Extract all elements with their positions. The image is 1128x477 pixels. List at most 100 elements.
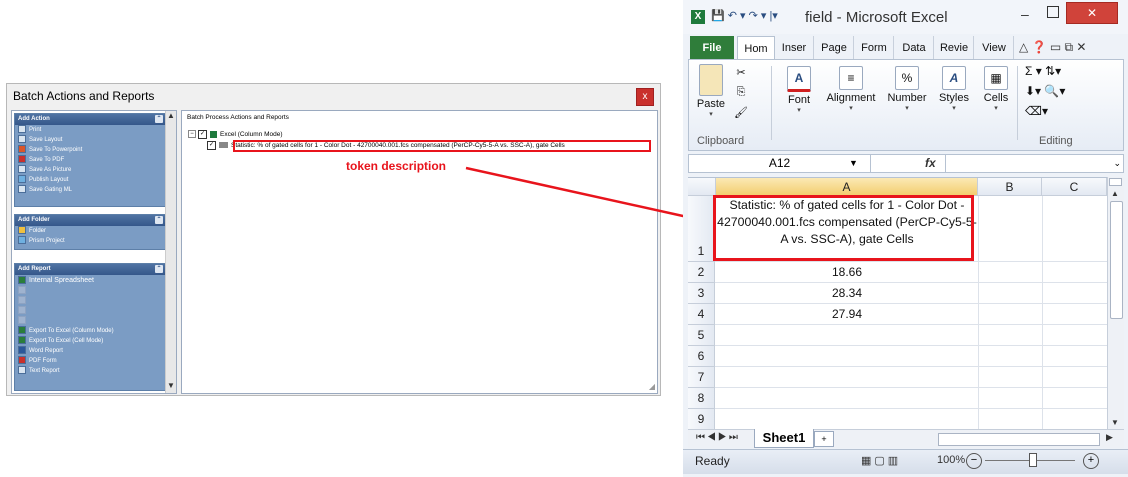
checkbox[interactable]: ✓ [207, 140, 216, 150]
tab-home[interactable]: Hom [737, 36, 775, 61]
vertical-scrollbar[interactable]: ▲ ▼ [1107, 177, 1124, 429]
ribbon-help-icons[interactable]: △ ❓ ▭ ⧉ ✕ [1019, 40, 1086, 55]
checkbox[interactable]: ✓ [198, 129, 207, 139]
internal-spreadsheet-item[interactable]: Internal Spreadsheet [15, 275, 165, 286]
row-header-6[interactable]: 6 [688, 346, 715, 367]
column-header-b[interactable]: B [978, 178, 1042, 196]
row-header-4[interactable]: 4 [688, 304, 715, 325]
close-button[interactable]: ✕ [1066, 2, 1118, 24]
alignment-button[interactable]: ≡ Alignment ▾ [821, 66, 881, 112]
scroll-up-icon[interactable]: ▲ [166, 111, 176, 123]
name-box[interactable]: A12 [689, 155, 871, 172]
add-folder-header[interactable]: Add Folder ⌃ [15, 215, 165, 226]
scroll-right-icon[interactable]: ▶ [1106, 432, 1113, 443]
zoom-out-button[interactable]: − [966, 453, 982, 469]
paste-button[interactable]: Paste ▾ [695, 64, 727, 118]
minimize-button[interactable]: – [1021, 6, 1029, 22]
collapse-icon[interactable]: ⌃ [155, 216, 163, 224]
maximize-button[interactable] [1047, 6, 1059, 18]
add-report-header[interactable]: Add Report ⌃ [15, 264, 165, 275]
tab-formulas[interactable]: Form [855, 36, 894, 60]
left-scrollbar[interactable]: ▲ ▼ [165, 111, 176, 393]
split-handle[interactable] [1109, 178, 1122, 186]
row-header-2[interactable]: 2 [688, 262, 715, 283]
number-button[interactable]: % Number ▾ [883, 66, 931, 112]
cut-button[interactable]: ✂ [731, 66, 751, 79]
collapse-icon[interactable]: ⌃ [155, 115, 163, 123]
zoom-level[interactable]: 100% [937, 454, 965, 466]
row-header-9[interactable]: 9 [688, 409, 715, 430]
tab-file[interactable]: File [690, 36, 734, 60]
add-action-header[interactable]: Add Action ⌃ [15, 114, 165, 125]
save-to-powerpoint-item[interactable]: Save To Powerpoint [15, 145, 165, 155]
pdf-form-item[interactable]: PDF Form [15, 356, 165, 366]
tree-root[interactable]: − ✓ Excel (Column Mode) [188, 129, 658, 140]
zoom-in-button[interactable]: + [1083, 453, 1099, 469]
excel-logo-icon[interactable]: X [691, 10, 705, 24]
print-item[interactable]: Print [15, 125, 165, 135]
insert-function-button[interactable]: fx [925, 155, 936, 172]
fill-find-button[interactable]: ⬇▾ 🔍▾ [1025, 84, 1085, 98]
pdf-icon [18, 155, 26, 164]
folder-item[interactable]: Folder [15, 226, 165, 236]
select-all-corner[interactable] [688, 178, 716, 196]
row-header-3[interactable]: 3 [688, 283, 715, 304]
tab-data[interactable]: Data [895, 36, 934, 60]
tab-insert[interactable]: Inser [775, 36, 814, 60]
font-button[interactable]: A Font ▾ [781, 66, 817, 114]
save-to-pdf-item[interactable]: Save To PDF [15, 155, 165, 165]
expand-formula-bar-icon[interactable]: ⌄ [1113, 155, 1121, 172]
scroll-down-icon[interactable]: ▼ [166, 381, 176, 393]
scroll-down-icon[interactable]: ▼ [1111, 418, 1119, 427]
dropdown-icon: ▾ [952, 105, 956, 112]
styles-button[interactable]: A Styles ▾ [935, 66, 973, 112]
format-painter-button[interactable]: 🖌 [731, 106, 751, 119]
export-cell-mode-item[interactable]: Export To Excel (Cell Mode) [15, 336, 165, 346]
save-as-picture-item[interactable]: Save As Picture [15, 165, 165, 175]
disabled-item [15, 286, 165, 296]
actions-panel: Add Action ⌃ Print Save Layout Save To P… [11, 110, 177, 394]
cell-a2[interactable]: 18.66 [716, 262, 978, 283]
name-box-dropdown-icon[interactable]: ▼ [849, 155, 858, 172]
autosum-button[interactable]: Σ ▾ ⇅▾ [1025, 64, 1085, 78]
text-report-item[interactable]: Text Report [15, 366, 165, 376]
tab-review[interactable]: Revie [935, 36, 974, 60]
copy-button[interactable]: ⎘ [731, 86, 751, 99]
save-gating-ml-item[interactable]: Save Gating ML [15, 185, 165, 195]
close-button[interactable]: x [636, 88, 654, 106]
view-buttons[interactable]: ▦▢▥ [861, 454, 901, 467]
cell-a4[interactable]: 27.94 [716, 304, 978, 325]
zoom-slider-handle[interactable] [1029, 453, 1037, 467]
formula-input[interactable] [945, 155, 1110, 172]
tab-view[interactable]: View [975, 36, 1014, 60]
quick-access-toolbar[interactable]: 💾 ↶ ▾ ↷ ▾ |▾ [711, 9, 778, 22]
insert-sheet-icon[interactable]: + [814, 431, 834, 447]
resize-grip-icon[interactable]: ◢ [649, 382, 655, 391]
row-header-8[interactable]: 8 [688, 388, 715, 409]
status-bar: Ready ▦▢▥ 100% − + [683, 449, 1128, 474]
word-report-item[interactable]: Word Report [15, 346, 165, 356]
collapse-icon[interactable]: ⌃ [155, 265, 163, 273]
tab-page[interactable]: Page [815, 36, 854, 60]
collapse-icon[interactable]: − [188, 130, 196, 139]
cells-button[interactable]: ▦ Cells ▾ [979, 66, 1013, 112]
clear-button[interactable]: ⌫▾ [1025, 104, 1085, 118]
save-layout-item[interactable]: Save Layout [15, 135, 165, 145]
export-column-mode-item[interactable]: Export To Excel (Column Mode) [15, 326, 165, 336]
sheet-navigation-icons[interactable]: ⏮◀▶⏭ [696, 432, 740, 443]
row-header-5[interactable]: 5 [688, 325, 715, 346]
chart-icon [18, 296, 26, 305]
row-header-7[interactable]: 7 [688, 367, 715, 388]
scroll-up-icon[interactable]: ▲ [1111, 189, 1119, 198]
row-header-1[interactable]: 1 [688, 196, 715, 262]
column-header-c[interactable]: C [1042, 178, 1107, 196]
item-label: Save As Picture [29, 167, 72, 173]
column-header-a[interactable]: A [716, 178, 978, 196]
horizontal-scrollbar[interactable] [938, 433, 1100, 446]
sheet-tab-sheet1[interactable]: Sheet1 [754, 429, 814, 448]
prism-project-item[interactable]: Prism Project [15, 236, 165, 246]
scroll-thumb[interactable] [1110, 201, 1123, 319]
dropdown-icon: ▾ [849, 105, 853, 112]
cell-a3[interactable]: 28.34 [716, 283, 978, 304]
publish-layout-item[interactable]: Publish Layout [15, 175, 165, 185]
